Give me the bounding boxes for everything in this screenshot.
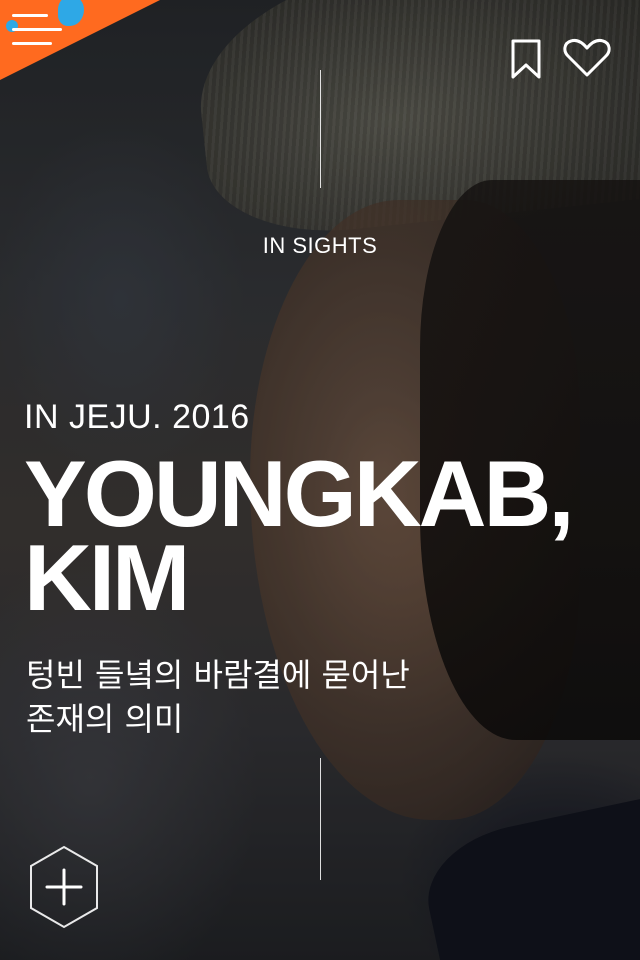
- article-tagline-line-2: 존재의 의미: [26, 700, 184, 738]
- article-subtitle: IN JEJU. 2016: [24, 398, 250, 436]
- article-tagline-line-1: 텅빈 들녘의 바람결에 묻어난: [26, 656, 410, 694]
- photo-coat: [415, 796, 640, 960]
- hamburger-menu-icon[interactable]: [12, 14, 64, 50]
- article-title: YOUNGKAB, KIM: [24, 441, 574, 630]
- article-title-line-1: YOUNGKAB,: [24, 441, 574, 546]
- article-cover-screen: IN SIGHTS IN JEJU. 2016 YOUNGKAB, KIM 텅빈…: [0, 0, 640, 960]
- divider-line-bottom: [320, 758, 321, 880]
- heart-icon[interactable]: [562, 38, 612, 78]
- article-title-line-2: KIM: [24, 525, 190, 630]
- photo-beanie: [187, 0, 640, 244]
- article-tagline: 텅빈 들녘의 바람결에 묻어난 존재의 의미: [26, 653, 410, 741]
- bookmark-icon[interactable]: [508, 38, 544, 80]
- section-label[interactable]: IN SIGHTS: [0, 233, 640, 259]
- divider-line-top: [320, 70, 321, 188]
- plus-hexagon-icon[interactable]: [28, 844, 100, 930]
